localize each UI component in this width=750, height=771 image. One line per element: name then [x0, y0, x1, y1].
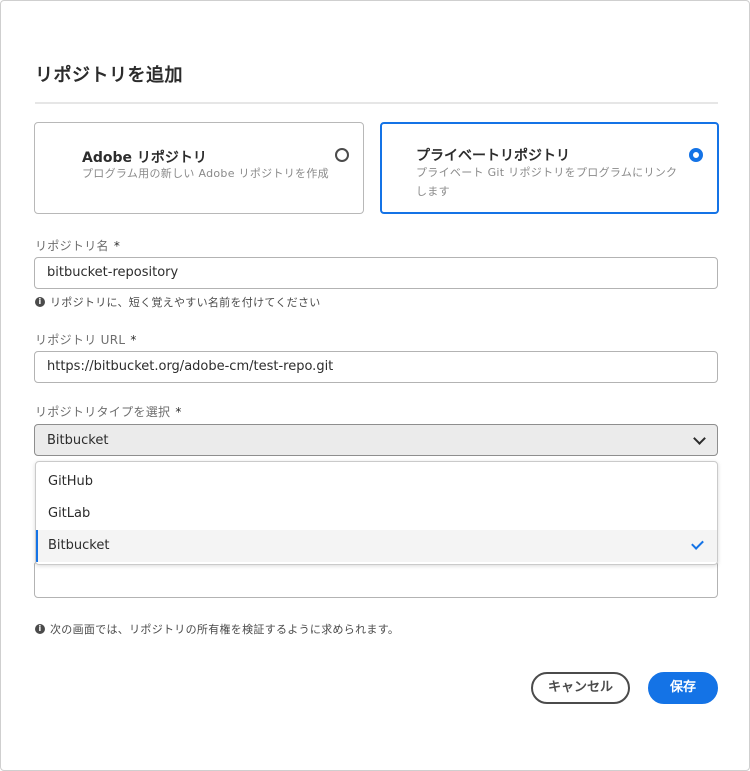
repository-name-help: i リポジトリに、短く覚えやすい名前を付けてください — [35, 294, 321, 310]
menu-item-gitlab[interactable]: GitLab — [36, 498, 717, 530]
adobe-repository-option[interactable]: Adobe リポジトリ プログラム用の新しい Adobe リポジトリを作成 — [34, 122, 364, 214]
ownership-notice: i 次の画面では、リポジトリの所有権を検証するように求められます。 — [35, 621, 399, 637]
selected-repository-type: Bitbucket — [47, 433, 109, 448]
dialog-title: リポジトリを追加 — [35, 65, 183, 86]
obscured-field[interactable] — [34, 561, 718, 598]
private-repository-title: プライベートリポジトリ — [416, 148, 570, 164]
menu-item-bitbucket[interactable]: Bitbucket — [36, 530, 717, 562]
repository-type-label: リポジトリタイプを選択 * — [35, 405, 182, 419]
menu-item-github[interactable]: GitHub — [36, 466, 717, 498]
repository-url-label: リポジトリ URL * — [35, 333, 137, 347]
title-divider — [35, 102, 718, 104]
repository-url-input[interactable]: https://bitbucket.org/adobe-cm/test-repo… — [34, 351, 718, 383]
chevron-down-icon — [693, 432, 706, 445]
repository-type-select[interactable]: Bitbucket — [34, 424, 718, 456]
required-indicator: * — [130, 333, 137, 347]
info-icon: i — [35, 624, 45, 634]
required-indicator: * — [175, 405, 182, 419]
add-repository-dialog: リポジトリを追加 Adobe リポジトリ プログラム用の新しい Adobe リポ… — [0, 0, 750, 771]
checkmark-icon — [691, 537, 704, 550]
info-icon: i — [35, 297, 45, 307]
save-button[interactable]: 保存 — [648, 672, 718, 704]
private-repository-option[interactable]: プライベートリポジトリ プライベート Git リポジトリをプログラムにリンクしま… — [380, 122, 719, 214]
repository-name-label: リポジトリ名 * — [35, 239, 121, 253]
required-indicator: * — [113, 239, 121, 253]
cancel-button[interactable]: キャンセル — [531, 672, 630, 704]
private-repository-description: プライベート Git リポジトリをプログラムにリンクします — [416, 166, 678, 198]
adobe-repository-radio[interactable] — [335, 148, 349, 162]
adobe-repository-description: プログラム用の新しい Adobe リポジトリを作成 — [82, 167, 329, 180]
repository-name-input[interactable]: bitbucket-repository — [34, 257, 718, 289]
private-repository-radio[interactable] — [689, 148, 703, 162]
repository-type-menu: GitHub GitLab Bitbucket — [35, 461, 718, 565]
